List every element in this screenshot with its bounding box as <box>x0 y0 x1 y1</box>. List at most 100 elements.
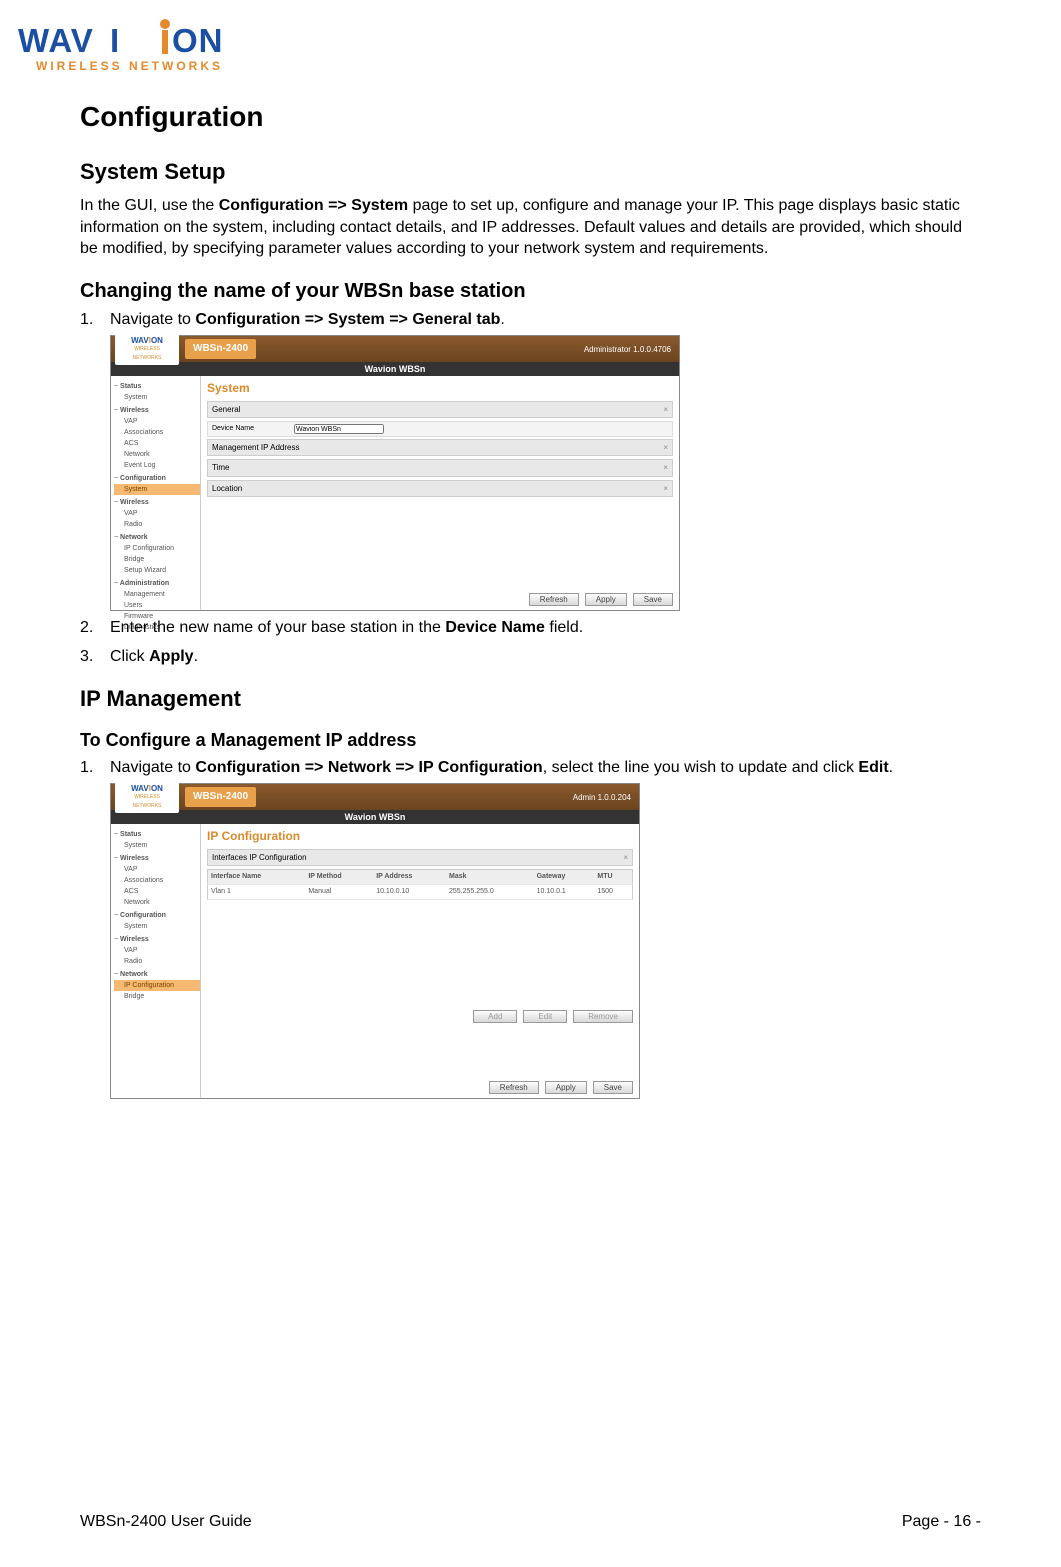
steps-ip-mgmt: Navigate to Configuration => Network => … <box>80 757 981 1099</box>
nav-group[interactable]: Wireless <box>114 497 200 508</box>
th-gateway: Gateway <box>534 870 595 885</box>
th-mtu: MTU <box>594 870 632 885</box>
footer-page-number: Page - 16 - <box>902 1513 981 1531</box>
nav-item[interactable]: System <box>114 921 200 932</box>
apply-button[interactable]: Apply <box>585 593 627 606</box>
interfaces-table: Interface Name IP Method IP Address Mask… <box>207 869 633 900</box>
td-mtu: 1500 <box>594 885 632 900</box>
nav-item[interactable]: Bridge <box>114 991 200 1002</box>
th-method: IP Method <box>305 870 373 885</box>
page-title: Configuration <box>80 101 981 133</box>
side-nav: Status System Wireless VAP Associations … <box>111 824 201 1098</box>
section-mgmt-ip[interactable]: Management IP Address× <box>207 439 673 456</box>
text: . <box>194 648 198 665</box>
nav-item-selected[interactable]: IP Configuration <box>114 980 200 991</box>
nav-item[interactable]: ACS <box>114 438 200 449</box>
nav-item[interactable]: System <box>114 392 200 403</box>
text: field. <box>545 619 583 636</box>
nav-item[interactable]: VAP <box>114 416 200 427</box>
nav-item[interactable]: VAP <box>114 945 200 956</box>
section-general[interactable]: General × <box>207 401 673 418</box>
side-nav: Status System Wireless VAP Associations … <box>111 376 201 610</box>
admin-label: Admin 1.0.0.204 <box>573 792 631 803</box>
section-interfaces[interactable]: Interfaces IP Configuration × <box>207 849 633 866</box>
td-mask: 255.255.255.0 <box>446 885 534 900</box>
text: Enter the new name of your base station … <box>110 619 445 636</box>
nav-item[interactable]: VAP <box>114 508 200 519</box>
refresh-button[interactable]: Refresh <box>529 593 579 606</box>
nav-group[interactable]: Wireless <box>114 934 200 945</box>
apply-button[interactable]: Apply <box>545 1081 587 1094</box>
svg-text:I: I <box>110 22 119 59</box>
nav-group[interactable]: Wireless <box>114 853 200 864</box>
mini-logo: WAVIONWIRELESS NETWORKS <box>115 334 179 365</box>
th-address: IP Address <box>373 870 446 885</box>
nav-item-selected[interactable]: System <box>114 484 200 495</box>
text: . <box>500 311 504 328</box>
nav-item[interactable]: System <box>114 840 200 851</box>
text: . <box>889 759 893 776</box>
step-3: Click Apply. <box>80 646 981 668</box>
remove-button[interactable]: Remove <box>573 1010 633 1023</box>
nav-item[interactable]: Event Log <box>114 460 200 471</box>
th-mask: Mask <box>446 870 534 885</box>
save-button[interactable]: Save <box>593 1081 633 1094</box>
nav-group[interactable]: Administration <box>114 578 200 589</box>
text-bold: Edit <box>858 759 888 776</box>
nav-group[interactable]: Configuration <box>114 910 200 921</box>
nav-item[interactable]: Radio <box>114 956 200 967</box>
collapse-icon[interactable]: × <box>663 442 668 453</box>
screenshot-system-general: WAVIONWIRELESS NETWORKS WBSn-2400 Admini… <box>110 335 680 611</box>
system-setup-intro: In the GUI, use the Configuration => Sys… <box>80 195 981 260</box>
step-1: Navigate to Configuration => Network => … <box>80 757 981 1099</box>
step-2: Enter the new name of your base station … <box>80 617 981 639</box>
collapse-icon[interactable]: × <box>663 483 668 494</box>
nav-item[interactable]: VAP <box>114 864 200 875</box>
edit-button[interactable]: Edit <box>523 1010 567 1023</box>
text: Navigate to <box>110 759 195 776</box>
nav-item[interactable]: Management <box>114 589 200 600</box>
text-bold: Apply <box>149 648 193 665</box>
table-row[interactable]: Vlan 1 Manual 10.10.0.10 255.255.255.0 1… <box>208 885 633 900</box>
collapse-icon[interactable]: × <box>623 852 628 863</box>
td-address: 10.10.0.10 <box>373 885 446 900</box>
section-label: Interfaces IP Configuration <box>212 852 307 863</box>
nav-item[interactable]: Users <box>114 600 200 611</box>
section-label: General <box>212 404 240 415</box>
page-footer: WBSn-2400 User Guide Page - 16 - <box>80 1513 981 1531</box>
nav-group[interactable]: Network <box>114 532 200 543</box>
refresh-button[interactable]: Refresh <box>489 1081 539 1094</box>
nav-item[interactable]: IP Configuration <box>114 543 200 554</box>
add-button[interactable]: Add <box>473 1010 517 1023</box>
section-location[interactable]: Location× <box>207 480 673 497</box>
panel-title: System <box>201 376 679 401</box>
nav-group[interactable]: Status <box>114 381 200 392</box>
td-method: Manual <box>305 885 373 900</box>
save-button[interactable]: Save <box>633 593 673 606</box>
nav-item[interactable]: Associations <box>114 875 200 886</box>
th-interface: Interface Name <box>208 870 306 885</box>
table-header-row: Interface Name IP Method IP Address Mask… <box>208 870 633 885</box>
section-time[interactable]: Time× <box>207 459 673 476</box>
mini-logo: WAVIONWIRELESS NETWORKS <box>115 782 179 813</box>
nav-group[interactable]: Configuration <box>114 473 200 484</box>
nav-item[interactable]: ACS <box>114 886 200 897</box>
text-bold: Configuration => System => General tab <box>195 311 500 328</box>
collapse-icon[interactable]: × <box>663 404 668 415</box>
nav-item[interactable]: Bridge <box>114 554 200 565</box>
nav-item[interactable]: Network <box>114 897 200 908</box>
nav-item[interactable]: Setup Wizard <box>114 565 200 576</box>
device-name-input[interactable] <box>294 424 384 434</box>
nav-group[interactable]: Wireless <box>114 405 200 416</box>
subheader: Wavion WBSn <box>111 362 679 376</box>
row-device-name: Device Name <box>207 421 673 437</box>
collapse-icon[interactable]: × <box>663 462 668 473</box>
nav-group[interactable]: Status <box>114 829 200 840</box>
nav-group[interactable]: Network <box>114 969 200 980</box>
nav-item[interactable]: Associations <box>114 427 200 438</box>
nav-item[interactable]: Network <box>114 449 200 460</box>
product-badge: WBSn-2400 <box>185 787 256 807</box>
nav-item[interactable]: Radio <box>114 519 200 530</box>
brand-logo: WAV ON WIRELESS NETWORKS I <box>18 18 278 76</box>
product-badge: WBSn-2400 <box>185 339 256 359</box>
